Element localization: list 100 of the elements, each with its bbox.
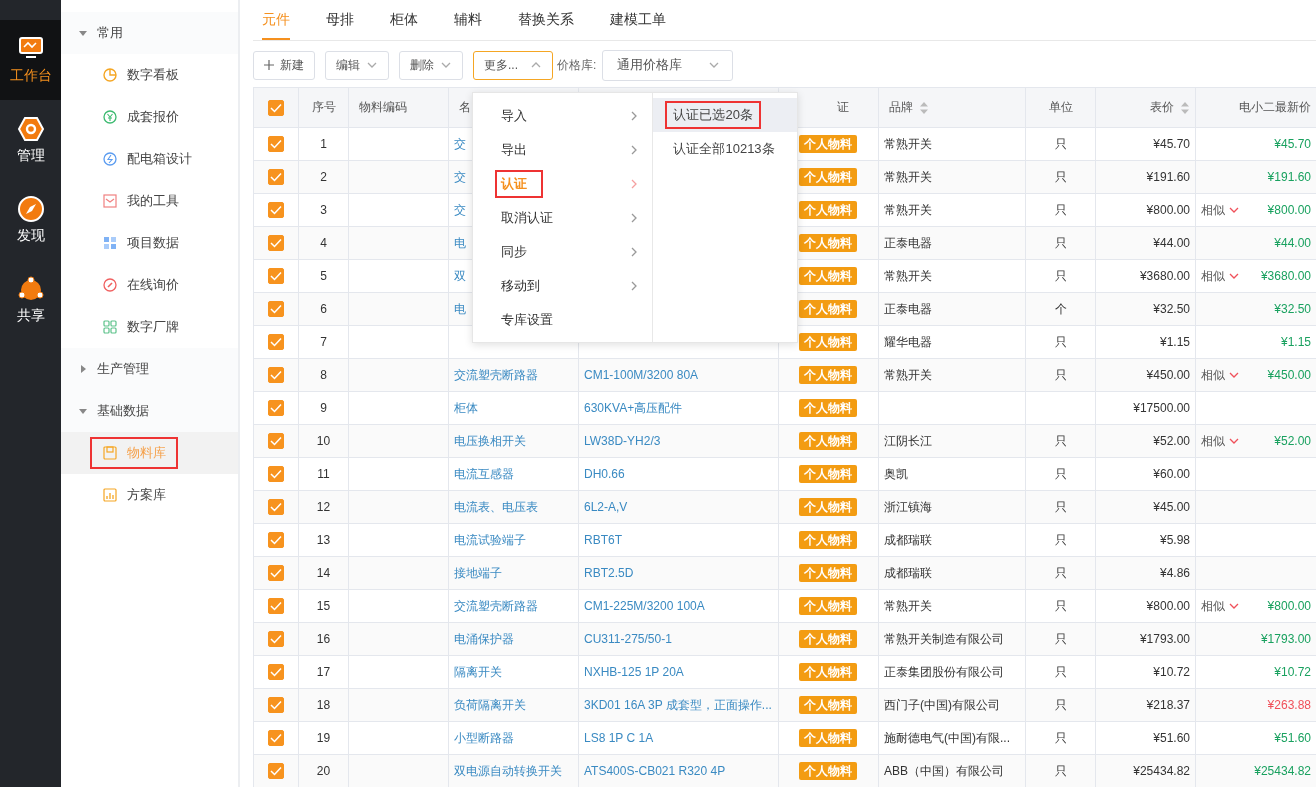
price-text: ¥45.00 [1153,500,1190,514]
new-button[interactable]: 新建 [253,50,315,80]
menu-item[interactable]: 取消认证 [473,201,653,235]
sidebar-item[interactable]: 项目数据 [61,222,238,264]
nav-item[interactable]: 发现 [0,180,61,260]
checkbox[interactable] [268,499,284,515]
model-link[interactable]: RBT6T [584,533,622,547]
checkbox[interactable] [268,598,284,614]
unit-text: 只 [1054,565,1067,580]
row-number: 19 [316,731,331,745]
row-number: 1 [320,137,327,151]
similar-dropdown[interactable]: 相似 [1201,366,1240,384]
caret-right-icon [79,365,87,373]
sidebar-item[interactable]: 成套报价 [61,96,238,138]
checkbox[interactable] [268,466,284,482]
checkbox[interactable] [268,136,284,152]
price-text: ¥17500.00 [1133,401,1190,415]
menu-item[interactable]: 专库设置 [473,303,653,337]
tag: 个人物料 [799,200,857,219]
dropdown-button[interactable]: 删除 [399,50,463,80]
checkbox[interactable] [268,202,284,218]
checkbox[interactable] [268,763,284,779]
name-link[interactable]: 双 [454,268,466,283]
checkbox[interactable] [268,367,284,383]
checkbox[interactable] [268,433,284,449]
dropdown-button[interactable]: 更多... [473,50,553,80]
checkbox[interactable] [268,697,284,713]
model-link[interactable]: RBT2.5D [584,566,634,580]
name-link[interactable]: 交 [454,202,466,217]
checkbox[interactable] [268,99,284,116]
sidebar-item[interactable]: 数字厂牌 [61,306,238,348]
tag: 个人物料 [799,266,857,285]
sidebar-group[interactable]: 常用 [61,12,238,54]
menu-item[interactable]: 认证全部10213条 [653,132,797,166]
check-icon [270,667,282,677]
nav-item[interactable]: 共享 [0,260,61,340]
similar-dropdown[interactable]: 相似 [1201,432,1240,450]
latest-price: ¥263.88 [1267,698,1311,712]
sidebar-item[interactable]: 在线询价 [61,264,238,306]
name-link[interactable]: 交 [454,136,466,151]
checkbox[interactable] [268,664,284,680]
row-number: 5 [320,269,327,283]
menu-item[interactable]: 导入 [473,99,653,133]
price-text: ¥218.37 [1146,698,1190,712]
sidebar-group[interactable]: 生产管理 [61,348,238,390]
checkbox[interactable] [268,631,284,647]
checkbox[interactable] [268,565,284,581]
sidebar-item[interactable]: 数字看板 [61,54,238,96]
unit-text: 只 [1054,532,1067,547]
checkbox[interactable] [268,400,284,416]
menu-item[interactable]: 同步 [473,235,653,269]
dropdown-button[interactable]: 编辑 [325,50,389,80]
name-link[interactable]: 柜体 [454,400,478,415]
model-link[interactable]: LW38D-YH2/3 [584,434,661,448]
checkbox[interactable] [268,235,284,251]
check-icon [270,102,282,113]
checkbox[interactable] [268,532,284,548]
model-link[interactable]: DH0.66 [584,467,625,481]
tag: 个人物料 [799,167,857,186]
checkbox[interactable] [268,730,284,746]
link-icon [102,277,118,293]
brand-text: 常熟开关 [884,202,932,217]
tab[interactable]: 柜体 [390,0,438,40]
sidebar-item[interactable]: 方案库 [61,474,238,516]
check-icon [270,502,282,512]
model-link[interactable]: LS8 1P C 1A [584,731,654,745]
sidebar-item[interactable]: 配电箱设计 [61,138,238,180]
similar-dropdown[interactable]: 相似 [1201,201,1240,219]
price-library-select[interactable]: 通用价格库 [602,49,734,81]
tab[interactable]: 建模工单 [610,0,686,40]
similar-dropdown[interactable]: 相似 [1201,597,1240,615]
row-number: 4 [320,236,327,250]
yen-icon [102,109,118,125]
checkbox[interactable] [268,301,284,317]
menu-item[interactable]: 导出 [473,133,653,167]
unit-text: 只 [1054,763,1067,778]
tab[interactable]: 辅料 [454,0,502,40]
checkbox[interactable] [268,268,284,284]
tag: 个人物料 [799,662,857,681]
menu-item[interactable]: 移动到 [473,269,653,303]
name-link[interactable]: 电 [454,235,466,250]
checkbox[interactable] [268,169,284,185]
menu-item[interactable]: 认证已选20条 [653,98,797,132]
checkbox[interactable] [268,334,284,350]
name-link[interactable]: 隔离开关 [454,664,502,679]
name-link[interactable]: 接地端子 [454,565,502,580]
row-number: 10 [316,434,331,448]
name-link[interactable]: 电 [454,301,466,316]
tab[interactable]: 替换关系 [518,0,594,40]
column-header: 序号 [311,99,336,116]
sidebar-item[interactable]: 我的工具 [61,180,238,222]
name-link[interactable]: 交 [454,169,466,184]
nav-item[interactable]: 管理 [0,100,61,180]
model-link[interactable]: 6L2-A,V [584,500,628,514]
similar-dropdown[interactable]: 相似 [1201,267,1240,285]
column-header: 表价 [1150,99,1174,116]
tab[interactable]: 母排 [326,0,374,40]
nav-item[interactable]: 工作台 [0,20,61,100]
sidebar-group[interactable]: 基础数据 [61,390,238,432]
model-link[interactable]: CU311-275/50-1 [584,632,672,646]
